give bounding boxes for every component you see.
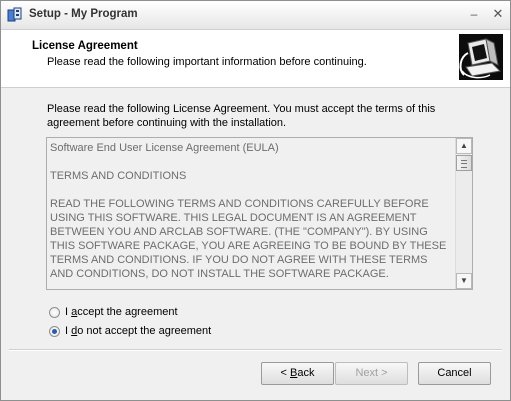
license-scrollbar[interactable]: ▲ ▼	[455, 138, 472, 289]
close-icon[interactable]: ✕	[490, 7, 506, 21]
wizard-header: License Agreement Please read the follow…	[1, 30, 510, 88]
next-button[interactable]: Next >	[335, 362, 408, 385]
accept-agreement-option[interactable]: I accept the agreement	[49, 304, 178, 320]
title-bar[interactable]: Setup - My Program – ✕	[1, 1, 510, 30]
page-title: License Agreement	[32, 40, 138, 52]
license-text: Software End User License Agreement (EUL…	[50, 142, 447, 280]
footer-separator	[9, 349, 502, 351]
cancel-button[interactable]: Cancel	[418, 362, 491, 385]
setup-window: Setup - My Program – ✕ License Agreement…	[0, 0, 511, 401]
decline-agreement-option[interactable]: I do not accept the agreement	[49, 323, 211, 339]
back-button[interactable]: < Back	[261, 362, 334, 385]
scrollbar-thumb[interactable]	[456, 155, 472, 171]
license-textbox[interactable]: Software End User License Agreement (EUL…	[46, 137, 473, 290]
setup-app-icon	[7, 7, 23, 23]
license-intro-text: Please read the following License Agreem…	[47, 103, 436, 129]
minimize-icon[interactable]: –	[466, 7, 482, 21]
decline-radio[interactable]	[49, 325, 60, 337]
installer-computer-logo-icon	[456, 31, 506, 83]
window-title: Setup - My Program	[29, 8, 138, 20]
scroll-up-arrow-icon[interactable]: ▲	[456, 138, 472, 154]
accept-radio-label[interactable]: I accept the agreement	[65, 306, 178, 318]
scroll-down-arrow-icon[interactable]: ▼	[456, 273, 472, 289]
accept-radio[interactable]	[49, 306, 60, 318]
page-subtitle: Please read the following important info…	[47, 56, 367, 68]
decline-radio-label[interactable]: I do not accept the agreement	[65, 325, 211, 337]
